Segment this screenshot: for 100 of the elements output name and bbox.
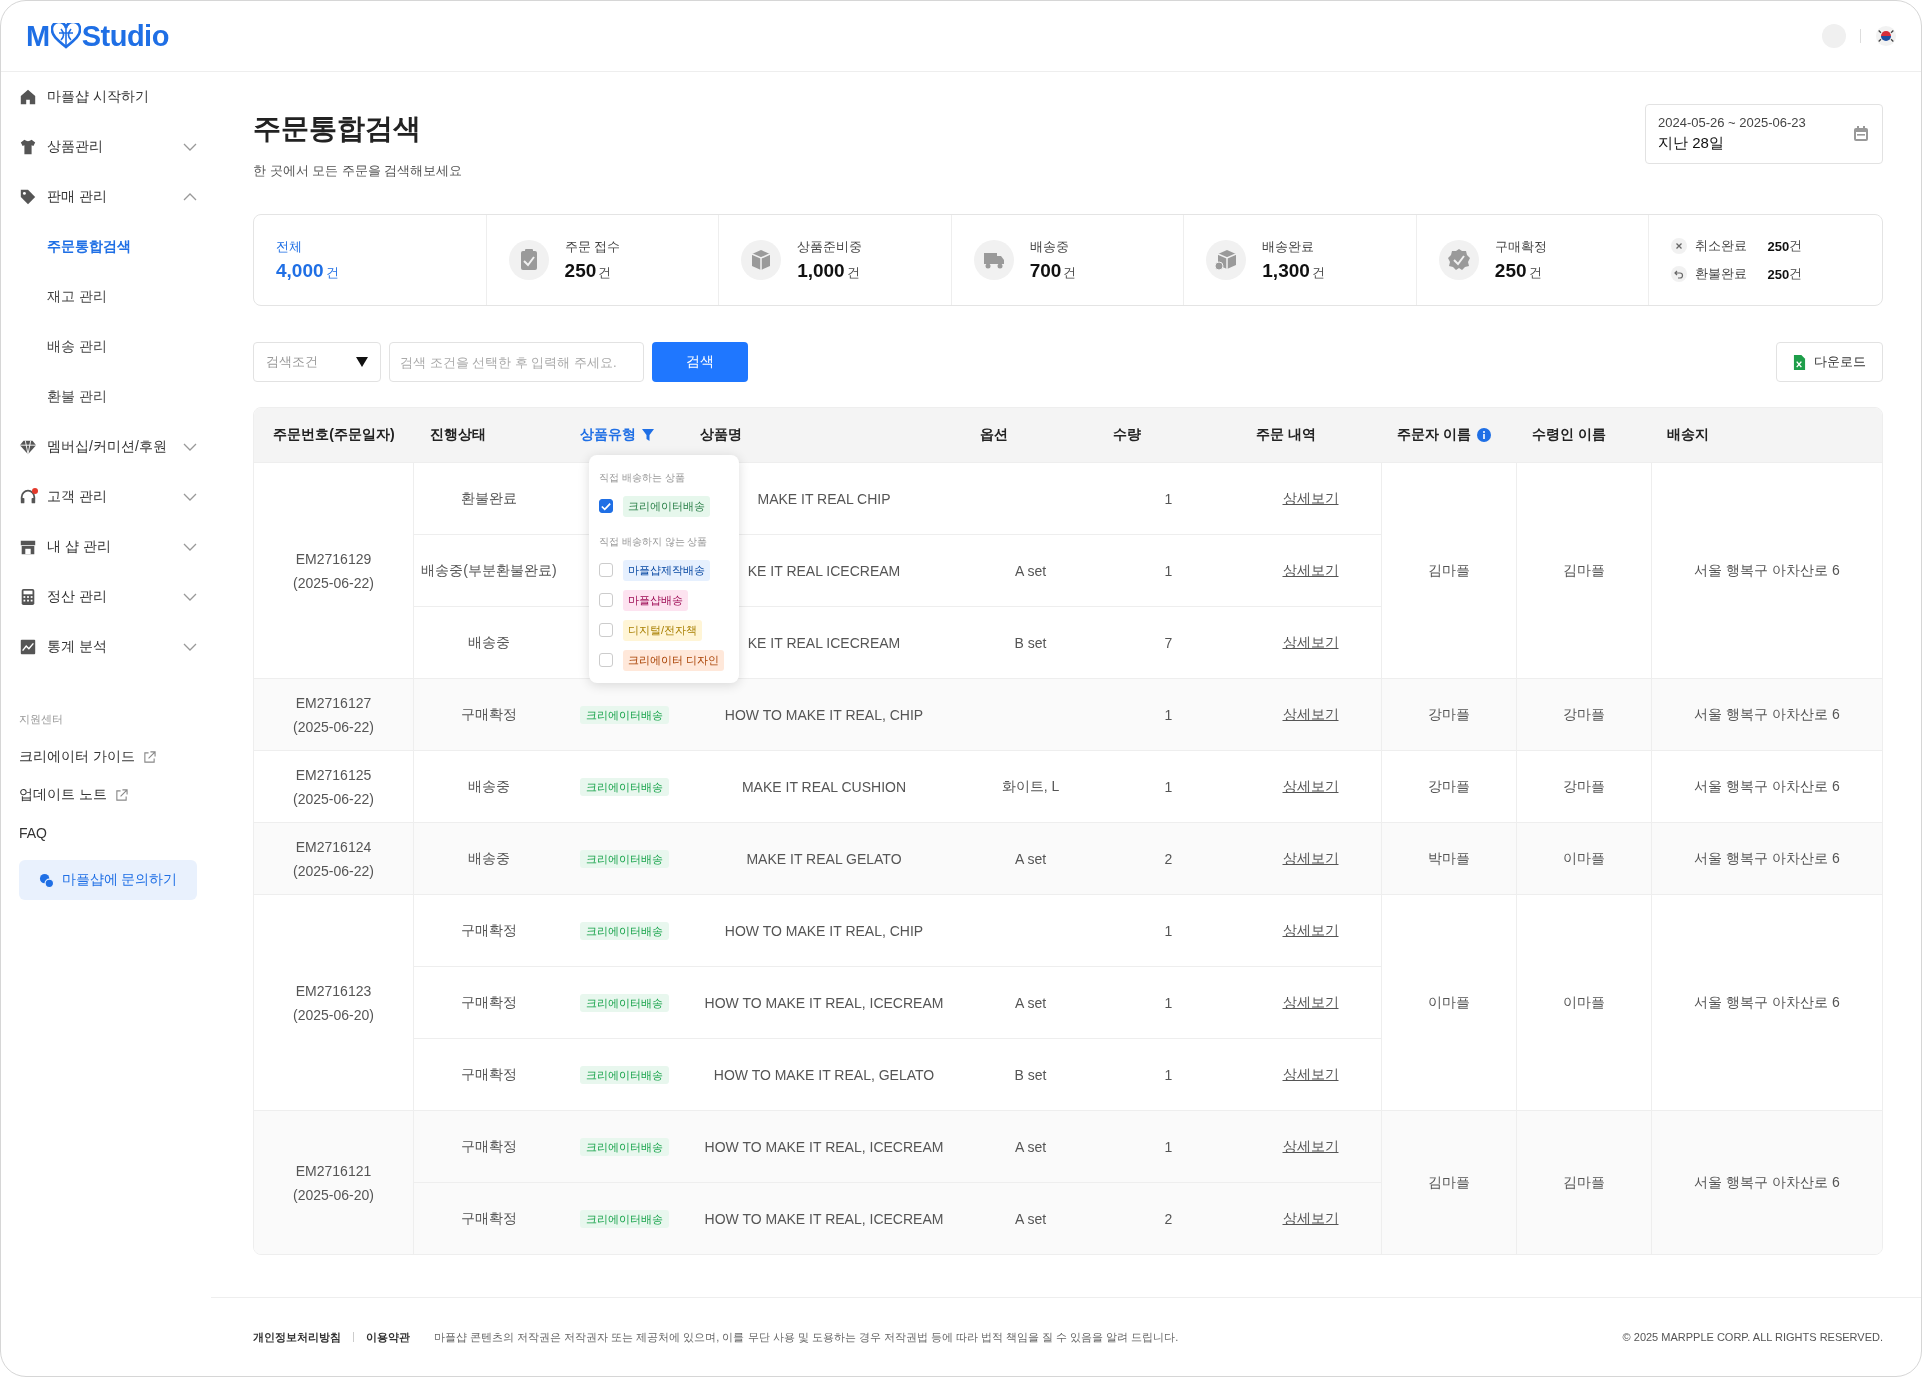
- column-header: 주문 내역: [1256, 426, 1316, 444]
- sidebar-subitem[interactable]: 주문통합검색: [19, 222, 197, 272]
- table-cell: B set: [1014, 634, 1047, 651]
- order-date: (2025-06-22): [292, 789, 375, 809]
- sidebar-item[interactable]: 정산 관리: [19, 572, 197, 622]
- table-cell: 1: [1164, 490, 1173, 507]
- stat-unit: 건: [846, 264, 860, 282]
- detail-link[interactable]: 상세보기: [1282, 921, 1339, 938]
- stat-unit: 건: [1789, 265, 1803, 283]
- sidebar-item[interactable]: 내 샵 관리: [19, 522, 197, 572]
- support-link[interactable]: 크리에이터 가이드: [19, 738, 197, 776]
- table-cell: 서울 행복구 아차산로 6: [1694, 705, 1840, 722]
- filter-icon[interactable]: [642, 429, 654, 441]
- info-icon[interactable]: [1476, 428, 1491, 442]
- stat-label: 배송완료: [1262, 238, 1316, 256]
- search-field[interactable]: 검색 조건을 선택한 후 입력해 주세요.: [389, 342, 644, 382]
- sidebar-item[interactable]: 멤버십/커미션/후원: [19, 422, 197, 472]
- box-icon: [741, 240, 782, 280]
- column-header[interactable]: 상품유형: [580, 426, 636, 444]
- table-cell: 서울 행복구 아차산로 6: [1694, 561, 1840, 578]
- detail-link[interactable]: 상세보기: [1282, 1137, 1339, 1154]
- support-link[interactable]: FAQ: [19, 814, 197, 852]
- logo-letter: M: [26, 19, 50, 53]
- stat-tab[interactable]: 전체 4,000 건: [254, 215, 487, 305]
- order-number: EM2716125: [294, 765, 373, 785]
- table-cell: 구매확정: [461, 921, 517, 938]
- stat-unit: 건: [1311, 264, 1325, 282]
- search-button[interactable]: 검색: [652, 342, 748, 382]
- table-cell: KE IT REAL ICECREAM: [747, 562, 901, 579]
- column-header: 진행상태: [430, 426, 486, 444]
- detail-link[interactable]: 상세보기: [1282, 561, 1339, 578]
- table-cell: 1: [1164, 778, 1173, 795]
- column-header: 수량: [1113, 426, 1141, 444]
- stat-value: 4,000: [276, 260, 324, 282]
- table-cell: 강마플: [1563, 777, 1605, 794]
- stat-tab[interactable]: 배송완료 1,300 건: [1184, 215, 1417, 305]
- table-cell: 김마플: [1428, 1173, 1470, 1190]
- footer-link[interactable]: 개인정보처리방침: [253, 1329, 341, 1345]
- sidebar-item[interactable]: 통계 분석: [19, 622, 197, 672]
- product-type-tag: 크리에이터배송: [579, 922, 669, 940]
- table-cell: 구매확정: [461, 1065, 517, 1082]
- checkbox[interactable]: [599, 499, 613, 513]
- detail-link[interactable]: 상세보기: [1282, 777, 1339, 794]
- sidebar-item[interactable]: 판매 관리: [19, 172, 197, 222]
- support-link[interactable]: 업데이트 노트: [19, 776, 197, 814]
- table-cell: 강마플: [1428, 777, 1470, 794]
- product-type-tag: 마플샵제작배송: [623, 559, 710, 581]
- sidebar-item[interactable]: 마플샵 시작하기: [19, 72, 197, 122]
- chat-icon: [38, 872, 54, 888]
- detail-link[interactable]: 상세보기: [1282, 1209, 1339, 1226]
- chevron-icon: [183, 493, 197, 501]
- detail-link[interactable]: 상세보기: [1282, 849, 1339, 866]
- flag-icon[interactable]: [1875, 25, 1897, 47]
- download-button[interactable]: 다운로드: [1776, 342, 1883, 382]
- sidebar-subitem[interactable]: 배송 관리: [19, 322, 197, 372]
- stat-tab[interactable]: 주문 접수 250 건: [486, 215, 720, 305]
- heart-globe-icon: [50, 23, 81, 49]
- footer-link[interactable]: 이용약관: [366, 1329, 410, 1345]
- detail-link[interactable]: 상세보기: [1282, 633, 1339, 650]
- stat-value: 250: [1767, 266, 1790, 282]
- product-type-tag: 디지털/전자책: [623, 619, 703, 641]
- badge-icon: [1438, 240, 1479, 280]
- column-header: 상품명: [700, 426, 742, 444]
- stat-tab[interactable]: 상품준비중 1,000 건: [719, 215, 952, 305]
- table-cell: HOW TO MAKE IT REAL, ICECREAM: [704, 1138, 944, 1155]
- detail-link[interactable]: 상세보기: [1282, 1065, 1339, 1082]
- table-cell: A set: [1014, 1138, 1047, 1155]
- chevron-icon: [183, 593, 197, 601]
- table-cell: 7: [1164, 634, 1173, 651]
- sidebar-subitem[interactable]: 환불 관리: [19, 372, 197, 422]
- table-cell: 1: [1164, 1066, 1173, 1083]
- detail-link[interactable]: 상세보기: [1282, 489, 1339, 506]
- sidebar-item[interactable]: 상품관리: [19, 122, 197, 172]
- stat-value: 1,000: [797, 260, 845, 282]
- sidebar-subitem[interactable]: 재고 관리: [19, 272, 197, 322]
- column-header: 수령인 이름: [1532, 426, 1606, 444]
- order-number: EM2716127: [294, 693, 373, 713]
- date-range-picker[interactable]: 2024-05-26 ~ 2025-06-23 지난 28일: [1645, 104, 1883, 164]
- table-cell: 박마플: [1428, 849, 1470, 866]
- tag-icon: [19, 188, 37, 206]
- stat-tab[interactable]: 구매확정 250 건: [1416, 215, 1650, 305]
- stat-tab[interactable]: 배송중 700 건: [951, 215, 1185, 305]
- contact-button[interactable]: 마플샵에 문의하기: [19, 860, 197, 900]
- table-cell: MAKE IT REAL CUSHION: [741, 778, 907, 795]
- stat-label: 환불완료: [1695, 265, 1748, 283]
- table-cell: 강마플: [1428, 705, 1470, 722]
- detail-link[interactable]: 상세보기: [1282, 993, 1339, 1010]
- table-cell: 배송중: [468, 777, 510, 794]
- table-cell: 서울 행복구 아차산로 6: [1694, 849, 1840, 866]
- table-cell: 구매확정: [461, 993, 517, 1010]
- page-subtitle: 한 곳에서 모든 주문을 검색해보세요: [253, 162, 463, 180]
- table-cell: 배송중: [468, 849, 510, 866]
- delivered-icon: [1206, 240, 1247, 280]
- detail-link[interactable]: 상세보기: [1282, 705, 1339, 722]
- sidebar-item[interactable]: 고객 관리: [19, 472, 197, 522]
- stat-value: 250: [1494, 260, 1527, 282]
- product-type-tag: 크리에이터배송: [579, 1066, 669, 1084]
- product-type-tag: 크리에이터배송: [579, 1210, 669, 1228]
- product-type-tag: 크리에이터배송: [579, 994, 669, 1012]
- section-title: 지원센터: [19, 712, 64, 727]
